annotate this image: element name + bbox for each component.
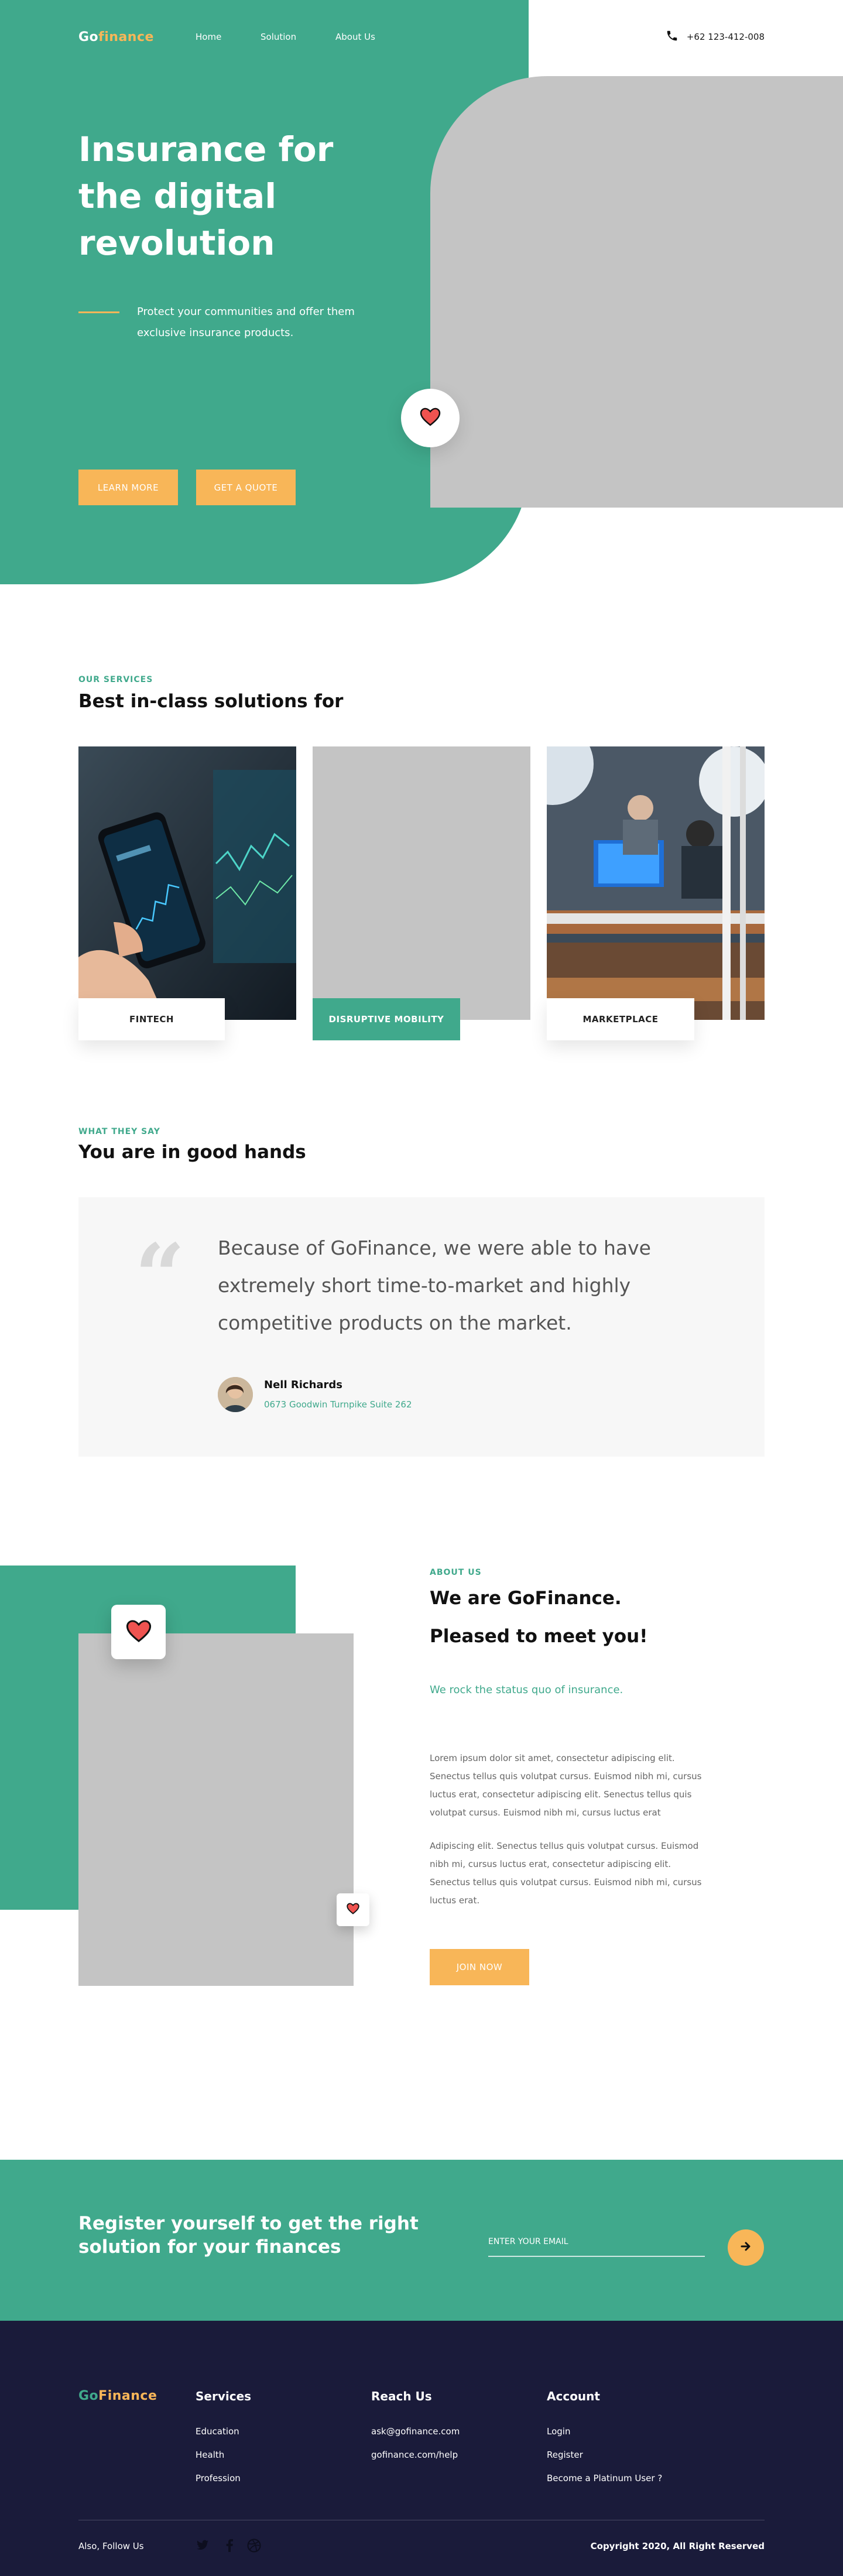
footer-link-email[interactable]: ask@gofinance.com [371,2426,460,2437]
about-eyebrow: ABOUT US [430,1568,482,1577]
hero-image-placeholder [430,76,843,508]
follow-label: Also, Follow Us [78,2541,144,2551]
about-paragraph-1: Lorem ipsum dolor sit amet, consectetur … [430,1753,702,1818]
mobility-card-label[interactable]: DISRUPTIVE MOBILITY [313,998,460,1040]
register-title: Register yourself to get the right solut… [78,2213,419,2258]
footer-link-help[interactable]: gofinance.com/help [371,2450,458,2460]
nav-phone[interactable]: +62 123-412-008 [666,29,765,44]
dribbble-icon[interactable] [247,2539,261,2553]
heart-icon [126,1619,152,1645]
email-submit-button[interactable] [728,2229,764,2266]
testimonial-text: Because of GoFinance, we were able to ha… [218,1236,651,1334]
logo-prefix: Go [78,30,99,44]
join-now-button[interactable]: JOIN NOW [430,1949,529,1985]
learn-more-button[interactable]: LEARN MORE [78,470,178,505]
about-paragraph-2: Adipiscing elit. Senectus tellus quis vo… [430,1841,702,1906]
footer-logo[interactable]: GoFinance [78,2389,157,2403]
footer-link-register[interactable]: Register [547,2450,583,2460]
marketplace-card-image[interactable] [547,746,765,1020]
nav-link-solution[interactable]: Solution [261,32,296,42]
footer-link-health[interactable]: Health [196,2450,224,2460]
logo-accent: Finance [98,2389,157,2403]
arrow-right-icon [740,2241,752,2255]
hero-accent-line [78,311,119,313]
footer-heading-reach-us: Reach Us [371,2389,432,2403]
about-title-line1: We are GoFinance. [430,1588,622,1609]
fintech-card-image[interactable] [78,746,296,1020]
logo-accent: finance [98,30,154,44]
twitter-icon[interactable] [196,2539,210,2553]
footer-link-login[interactable]: Login [547,2426,570,2437]
about-heart-badge [111,1605,166,1659]
mobility-card-image[interactable] [313,746,530,1020]
logo-prefix: Go [78,2389,99,2403]
facebook-icon[interactable] [222,2539,237,2553]
email-field[interactable] [488,2234,705,2257]
testimonial-author-name: Nell Richards [264,1379,343,1391]
testimonial-author-address: 0673 Goodwin Turnpike Suite 262 [264,1399,412,1410]
footer-heading-services: Services [196,2389,252,2403]
testimonial-eyebrow: WHAT THEY SAY [78,1127,160,1136]
about-image-placeholder [78,1633,354,1986]
nav-link-home[interactable]: Home [196,32,221,42]
footer [0,2321,843,2576]
marketplace-card-label[interactable]: MARKETPLACE [547,998,694,1040]
fintech-card-label[interactable]: FINTECH [78,998,225,1040]
hero-heart-badge [401,389,460,447]
get-quote-button[interactable]: GET A QUOTE [196,470,296,505]
testimonial-title: You are in good hands [78,1142,306,1163]
quote-icon: “ [135,1225,186,1328]
copyright: Copyright 2020, All Right Reserved [590,2541,765,2551]
about-title-line2: Pleased to meet you! [430,1626,648,1647]
heart-icon [420,407,441,429]
about-tagline: We rock the status quo of insurance. [430,1684,623,1696]
nav-logo[interactable]: Gofinance [78,30,154,44]
phone-icon [666,29,678,44]
services-title: Best in-class solutions for [78,691,344,712]
footer-heading-account: Account [547,2389,600,2403]
heart-icon [347,1903,359,1917]
about-small-heart-badge [337,1893,369,1926]
hero-title: Insurance for the digital revolution [78,129,334,263]
phone-number: +62 123-412-008 [686,32,765,42]
hero-description: Protect your communities and offer them … [137,306,355,339]
services-eyebrow: OUR SERVICES [78,675,153,684]
footer-link-profession[interactable]: Profession [196,2473,241,2483]
avatar [218,1377,253,1412]
footer-link-education[interactable]: Education [196,2426,239,2437]
footer-link-platinum[interactable]: Become a Platinum User ? [547,2473,662,2483]
nav-link-about[interactable]: About Us [335,32,375,42]
